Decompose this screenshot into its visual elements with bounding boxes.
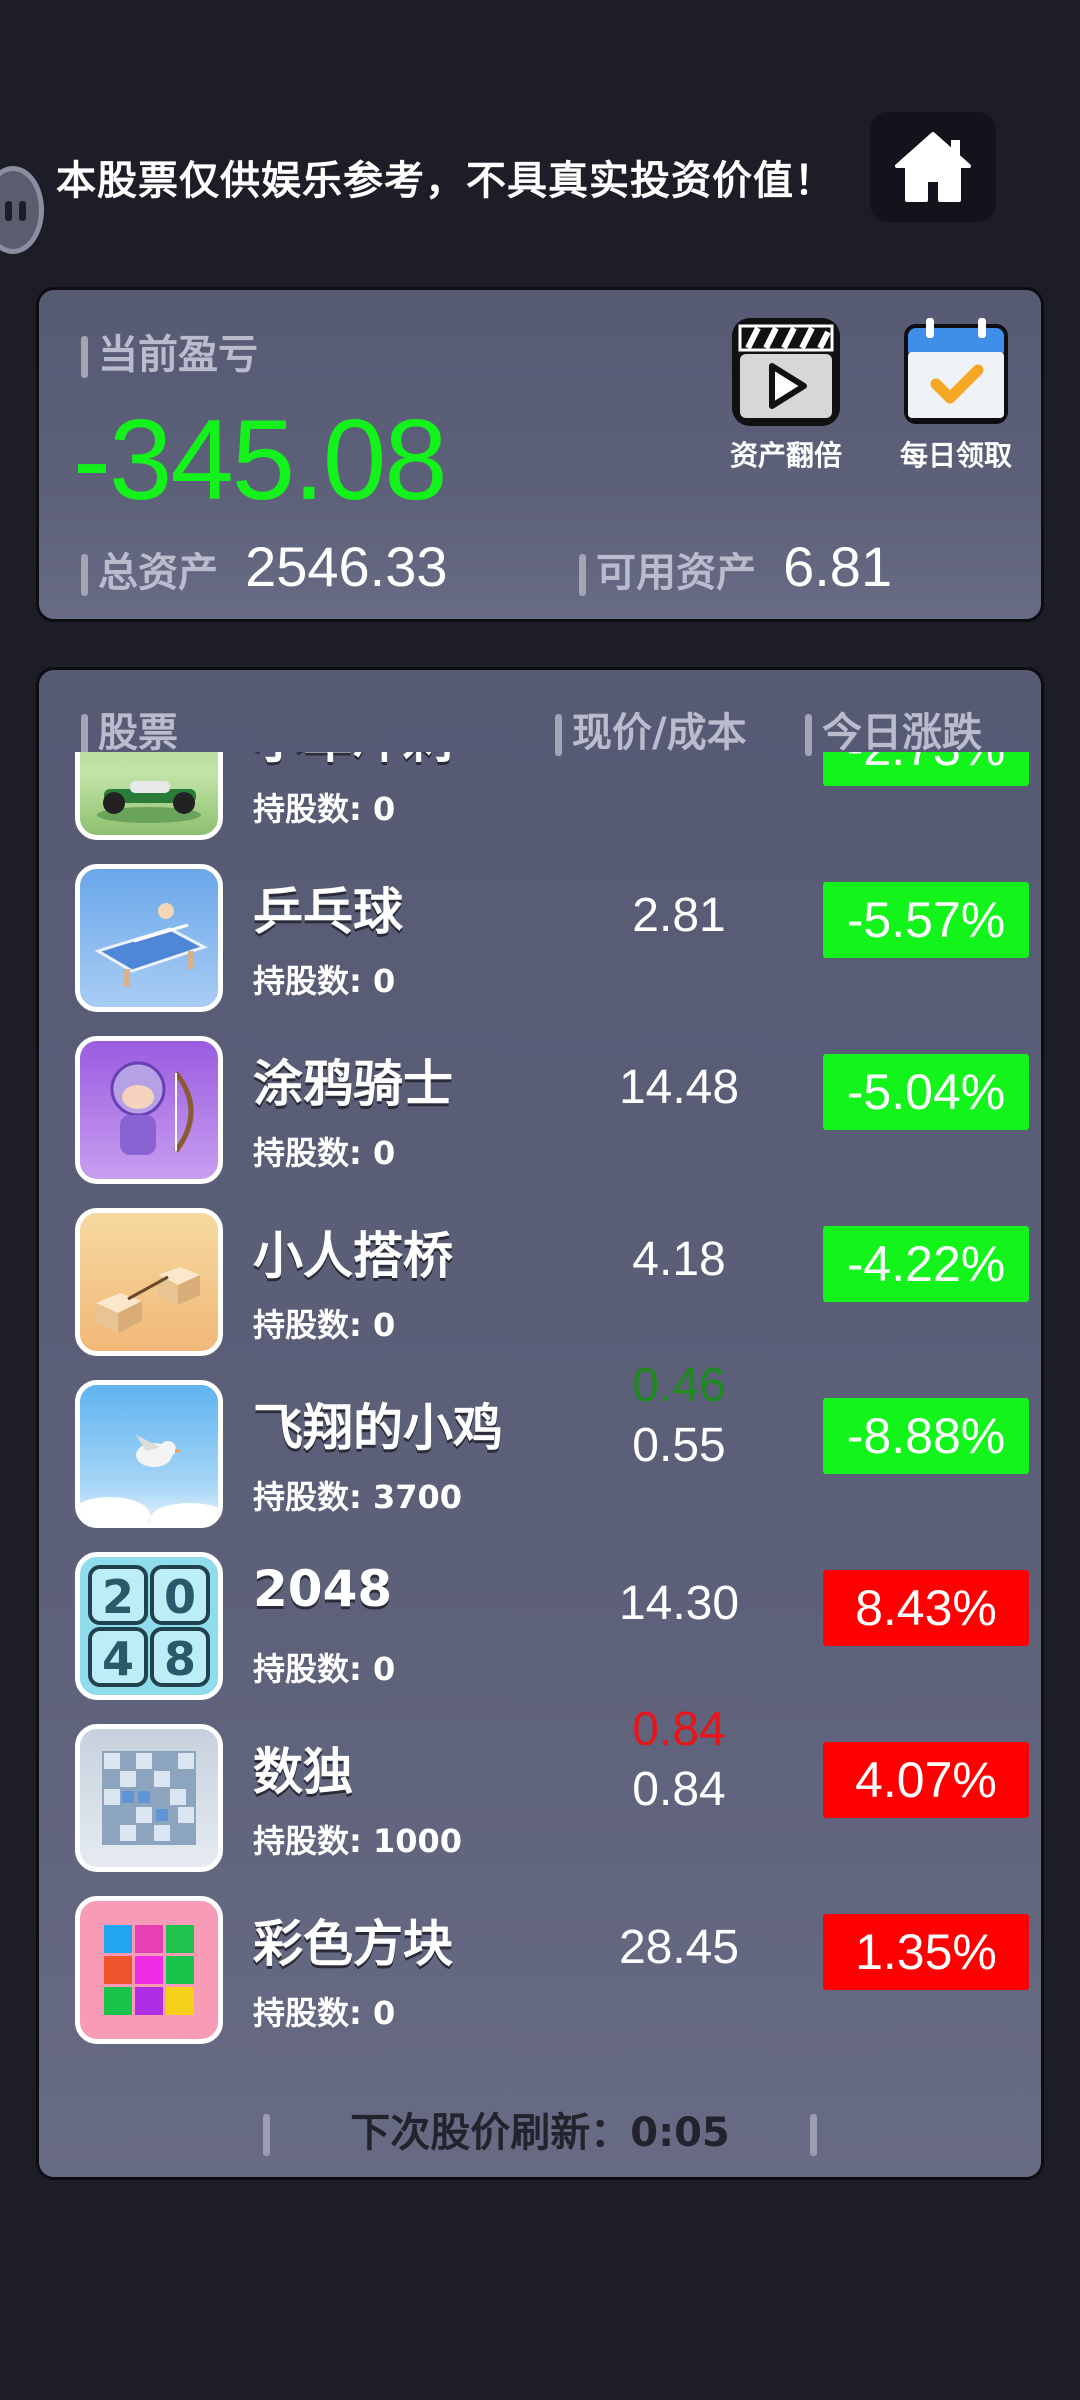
stock-list-panel: 股票 现价/成本 今日涨跌 小车冲刺 持股数: 0 28.34 -2.73% xyxy=(36,667,1044,2180)
daily-claim-button[interactable]: 每日领取 xyxy=(881,314,1031,474)
clapperboard-play-icon xyxy=(732,318,840,426)
total-assets: 总资产 2546.33 xyxy=(81,534,448,599)
home-icon xyxy=(895,132,971,202)
pnl-value: -345.08 xyxy=(73,397,448,524)
stock-list[interactable]: 小车冲刺 持股数: 0 28.34 -2.73% 乒乓球 持股数: 0 2.81… xyxy=(39,752,1041,2062)
double-assets-label: 资产翻倍 xyxy=(729,439,842,472)
stock-row-2048[interactable]: 2 0 4 8 2048 持股数: 0 14.30 8.43% xyxy=(39,1540,1041,1712)
stock-name: 2048 xyxy=(253,1560,393,1618)
stock-price: 14.48 xyxy=(618,1061,740,1114)
refresh-countdown: 下次股价刷新：0:05 xyxy=(39,2100,1041,2158)
total-assets-label: 总资产 xyxy=(98,550,218,596)
stock-change: -8.88% xyxy=(823,1398,1029,1474)
stock-row-doodle-knight[interactable]: 涂鸦骑士 持股数: 0 14.48 -5.04% xyxy=(39,1024,1041,1196)
stock-row-racing[interactable]: 小车冲刺 持股数: 0 28.34 -2.73% xyxy=(39,752,1041,852)
stock-row-sudoku[interactable]: 数独 持股数: 1000 0.84 0.84 4.07% xyxy=(39,1703,1041,1884)
pingpong-table-icon xyxy=(94,903,208,987)
stock-row-flying-chick[interactable]: 飞翔的小鸡 持股数: 3700 0.46 0.55 -8.88% xyxy=(39,1359,1041,1540)
stock-row-bridge[interactable]: 小人搭桥 持股数: 0 4.18 -4.22% xyxy=(39,1196,1041,1368)
disclaimer-text: 本股票仅供娱乐参考，不具真实投资价值！ xyxy=(56,158,835,204)
stock-change: 8.43% xyxy=(823,1570,1029,1646)
stock-change: -4.22% xyxy=(823,1226,1029,1302)
bridge-thumbnail xyxy=(75,1208,223,1356)
stock-holdings: 持股数: 0 xyxy=(253,1994,396,2032)
stock-current-price: 0.46 xyxy=(632,1359,726,1412)
col-change-header: 今日涨跌 xyxy=(805,700,982,758)
refresh-label: 下次股价刷新： xyxy=(350,2110,631,2156)
stock-row-color-blocks[interactable]: 彩色方块 持股数: 0 28.45 1.35% xyxy=(39,1884,1041,2056)
stock-current-price: 0.84 xyxy=(632,1703,726,1756)
svg-text:8: 8 xyxy=(164,1632,196,1686)
pnl-label: 当前盈亏 xyxy=(98,332,258,378)
stock-price: 14.30 xyxy=(618,1577,740,1630)
floating-assistant-bubble[interactable] xyxy=(0,166,44,254)
stock-holdings: 持股数: 0 xyxy=(253,1650,396,1688)
available-assets-label: 可用资产 xyxy=(596,550,756,596)
svg-text:2: 2 xyxy=(102,1570,134,1624)
stock-price: 2.81 xyxy=(632,889,726,942)
sudoku-grid-icon xyxy=(102,1751,196,1845)
double-assets-button[interactable]: 资产翻倍 xyxy=(711,314,861,474)
stock-name: 涂鸦骑士 xyxy=(253,1055,453,1113)
stock-holdings: 持股数: 3700 xyxy=(253,1478,463,1516)
stock-price: 4.18 xyxy=(632,1233,726,1286)
flying-chick-thumbnail xyxy=(75,1380,223,1528)
svg-text:4: 4 xyxy=(102,1632,134,1686)
stock-cost-price: 0.55 xyxy=(632,1419,726,1472)
color-blocks-icon xyxy=(104,1925,194,2015)
racing-car-thumbnail xyxy=(75,752,223,840)
sudoku-thumbnail xyxy=(75,1724,223,1872)
stock-holdings: 持股数: 0 xyxy=(253,1134,396,1172)
stock-name: 彩色方块 xyxy=(253,1915,453,1973)
race-car-icon xyxy=(97,781,201,823)
total-assets-value: 2546.33 xyxy=(245,535,448,598)
knight-archer-icon xyxy=(110,1061,194,1155)
stock-name: 乒乓球 xyxy=(253,883,403,941)
col-stock-header: 股票 xyxy=(81,700,178,758)
col-price-label: 现价/成本 xyxy=(572,710,747,756)
2048-tiles-icon: 2 0 4 8 xyxy=(88,1565,210,1687)
stock-change: 4.07% xyxy=(823,1742,1029,1818)
refresh-time: 0:05 xyxy=(630,2110,730,2156)
calendar-check-icon xyxy=(904,318,1008,424)
stock-name: 飞翔的小鸡 xyxy=(253,1399,503,1457)
doodle-knight-thumbnail xyxy=(75,1036,223,1184)
stock-cost-price: 0.84 xyxy=(632,1763,726,1816)
label-bar xyxy=(81,336,88,378)
col-stock-label: 股票 xyxy=(98,710,178,756)
stock-name: 数独 xyxy=(253,1743,353,1801)
stock-change: -5.57% xyxy=(823,882,1029,958)
daily-claim-label: 每日领取 xyxy=(899,439,1012,472)
stock-name: 小车冲刺 xyxy=(253,752,453,772)
stock-row-pingpong[interactable]: 乒乓球 持股数: 0 2.81 -5.57% xyxy=(39,852,1041,1024)
stock-price: 28.34 xyxy=(579,752,779,761)
pingpong-thumbnail xyxy=(75,864,223,1012)
available-assets-value: 6.81 xyxy=(783,535,893,598)
available-assets: 可用资产 6.81 xyxy=(579,534,892,599)
pnl-label-wrap: 当前盈亏 xyxy=(81,322,258,380)
svg-text:0: 0 xyxy=(164,1570,196,1624)
col-change-label: 今日涨跌 xyxy=(822,710,982,756)
stock-name: 小人搭桥 xyxy=(253,1227,453,1285)
col-price-header: 现价/成本 xyxy=(555,700,747,758)
stock-holdings: 持股数: 0 xyxy=(253,790,396,828)
stock-change: -2.73% xyxy=(823,752,1029,786)
bird-icon xyxy=(80,1435,218,1523)
stock-change: -5.04% xyxy=(823,1054,1029,1130)
stock-holdings: 持股数: 0 xyxy=(253,1306,396,1344)
stock-holdings: 持股数: 1000 xyxy=(253,1822,463,1860)
bridge-blocks-icon xyxy=(96,1267,200,1333)
stock-change: 1.35% xyxy=(823,1914,1029,1990)
portfolio-summary-panel: 当前盈亏 -345.08 总资产 2546.33 可用资产 6.81 资产翻倍 … xyxy=(36,287,1044,622)
stock-holdings: 持股数: 0 xyxy=(253,962,396,1000)
home-button[interactable] xyxy=(870,112,996,222)
2048-thumbnail: 2 0 4 8 xyxy=(75,1552,223,1700)
color-blocks-thumbnail xyxy=(75,1896,223,2044)
stock-price: 28.45 xyxy=(618,1921,740,1974)
